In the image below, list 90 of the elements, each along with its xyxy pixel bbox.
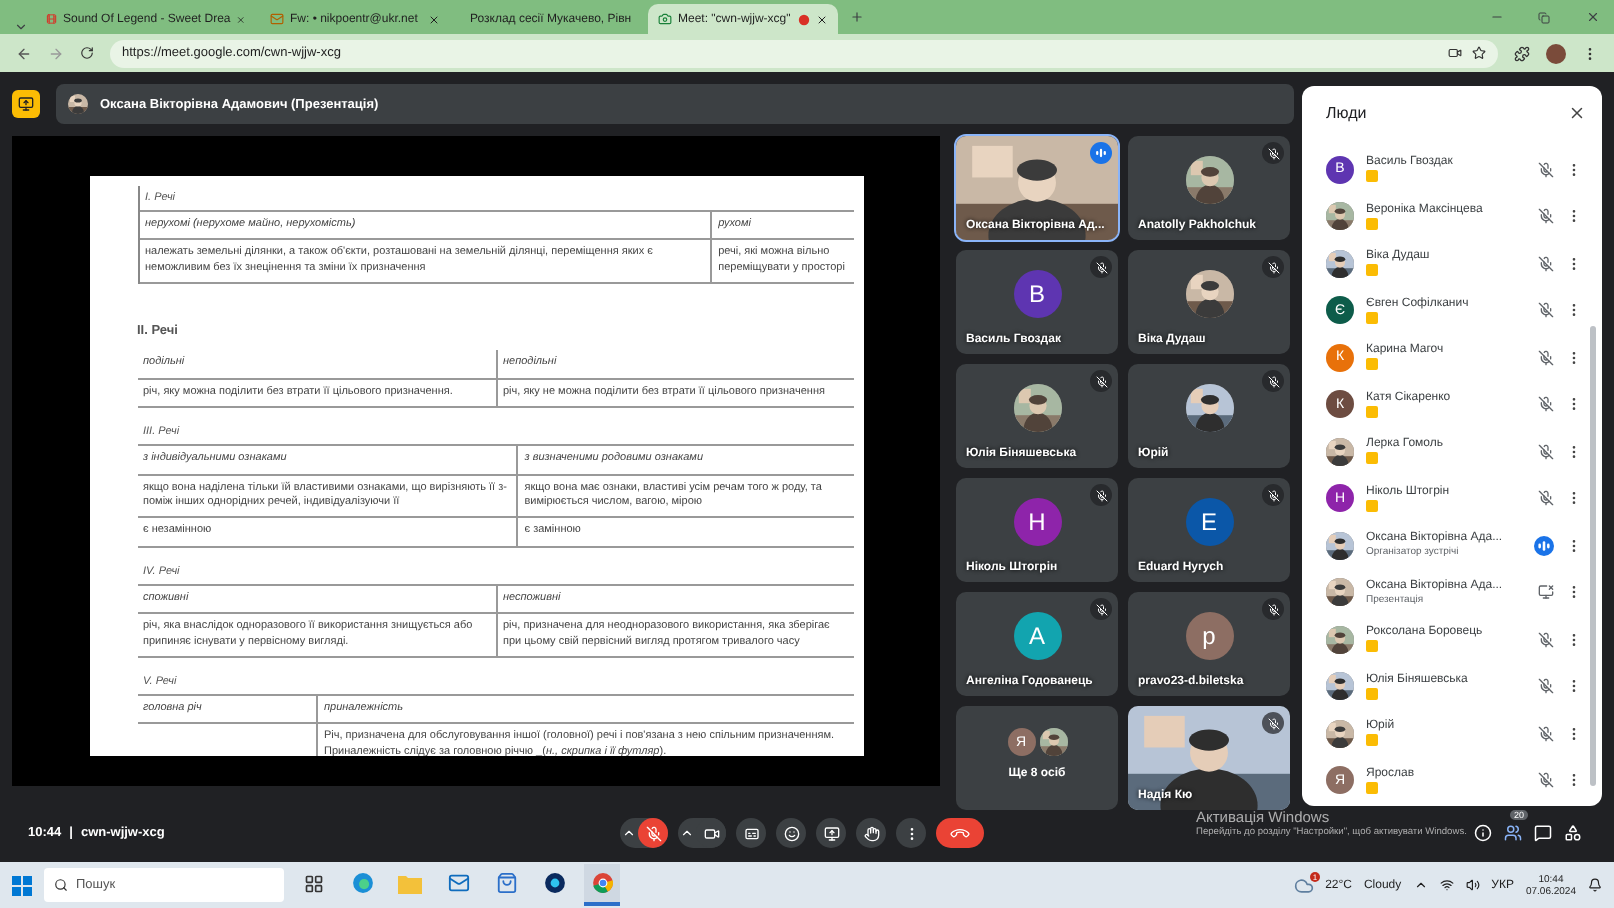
mic-off-icon[interactable] <box>1538 631 1554 648</box>
tray-icon[interactable] <box>1413 878 1428 892</box>
presentation-icon <box>12 90 40 118</box>
mic-off-icon[interactable] <box>1538 772 1554 789</box>
mic-off-icon[interactable] <box>1538 725 1554 742</box>
emoji-button[interactable] <box>776 818 806 848</box>
tab-search-icon[interactable] <box>13 20 27 34</box>
badge-icon <box>1366 640 1378 653</box>
extensions-icon[interactable] <box>1514 45 1530 61</box>
hand-icon <box>863 825 879 841</box>
app-icon[interactable] <box>543 872 565 894</box>
mic-off-icon <box>1095 603 1107 615</box>
chrome-icon[interactable] <box>591 872 613 894</box>
chat-icon[interactable] <box>1534 824 1552 842</box>
avatar: A <box>1013 612 1061 660</box>
avatar: B <box>1013 270 1061 318</box>
wifi-icon[interactable] <box>1439 878 1454 892</box>
mic-off-icon[interactable] <box>1538 255 1554 272</box>
mic-off-icon[interactable] <box>1538 208 1554 225</box>
badge-icon <box>1366 311 1378 324</box>
captions-icon <box>743 825 759 841</box>
browser-icon[interactable] <box>351 872 373 894</box>
reload-icon[interactable] <box>80 46 94 60</box>
volume-icon[interactable] <box>1465 878 1480 892</box>
avatar: H <box>1013 498 1061 546</box>
mic-off-icon <box>1267 717 1279 729</box>
restore-icon[interactable] <box>1538 11 1550 23</box>
badge-icon <box>1366 405 1378 418</box>
avatar: E <box>1185 498 1233 546</box>
mic-off-icon <box>1095 261 1107 273</box>
back-icon[interactable] <box>16 45 32 61</box>
raise-hand-button[interactable] <box>856 818 886 848</box>
mic-off-icon[interactable] <box>1538 161 1554 178</box>
captions-button[interactable] <box>736 818 766 848</box>
mic-off-icon <box>1095 489 1107 501</box>
mic-off-icon[interactable] <box>1538 443 1554 460</box>
close-icon[interactable] <box>428 13 440 25</box>
more-button[interactable] <box>896 818 926 848</box>
bookmark-icon[interactable] <box>1472 46 1486 60</box>
mic-button[interactable] <box>638 818 668 848</box>
badge-icon <box>1366 170 1378 183</box>
weather-icon[interactable] <box>1293 875 1314 895</box>
mic-off-icon[interactable] <box>1538 396 1554 413</box>
caret-icon[interactable] <box>622 826 636 840</box>
mic-off-icon <box>645 825 661 841</box>
mail-icon <box>270 12 284 26</box>
camera-icon <box>703 825 719 841</box>
search-icon <box>54 878 68 892</box>
profile-avatar[interactable] <box>1546 43 1566 63</box>
mic-off-icon <box>1267 375 1279 387</box>
mic-off-icon <box>1267 261 1279 273</box>
caret-icon[interactable] <box>680 826 694 840</box>
mic-off-icon[interactable] <box>1538 302 1554 319</box>
leave-call-button[interactable] <box>936 818 984 848</box>
start-icon[interactable] <box>12 875 32 895</box>
notification-icon[interactable] <box>1588 878 1602 892</box>
badge-icon <box>1366 499 1378 512</box>
smiley-icon <box>783 825 799 841</box>
badge-icon <box>1366 734 1378 747</box>
people-icon[interactable] <box>1504 824 1522 842</box>
present-button[interactable] <box>816 818 846 848</box>
present-screen-icon <box>823 825 839 841</box>
mic-off-icon[interactable] <box>1538 349 1554 366</box>
mic-off-icon <box>1267 489 1279 501</box>
mic-off-icon[interactable] <box>1538 490 1554 507</box>
badge-icon <box>1366 358 1378 371</box>
badge-icon <box>1366 781 1378 794</box>
activities-icon[interactable] <box>1564 824 1582 842</box>
badge-icon <box>1366 687 1378 700</box>
mail-icon[interactable] <box>447 872 469 894</box>
panel-title: Люди <box>1326 103 1367 121</box>
badge-icon <box>1366 452 1378 465</box>
close-icon[interactable] <box>1568 103 1586 121</box>
speaking-icon <box>1536 537 1552 554</box>
close-icon[interactable] <box>816 13 828 25</box>
store-icon[interactable] <box>495 872 517 894</box>
speaking-icon <box>1094 146 1108 160</box>
badge-icon <box>1366 217 1378 230</box>
mic-off-icon <box>1267 603 1279 615</box>
screen-share-off-icon[interactable] <box>1538 584 1554 601</box>
mic-off-icon[interactable] <box>1538 678 1554 695</box>
mic-off-icon <box>1267 147 1279 159</box>
info-icon[interactable] <box>1474 824 1492 842</box>
mic-off-icon <box>1095 375 1107 387</box>
camera-icon <box>658 12 672 26</box>
camera-icon[interactable] <box>1448 46 1462 60</box>
badge-icon <box>1366 264 1378 277</box>
avatar: p <box>1185 612 1233 660</box>
task-view-icon[interactable] <box>304 873 324 893</box>
video-icon <box>46 12 58 26</box>
